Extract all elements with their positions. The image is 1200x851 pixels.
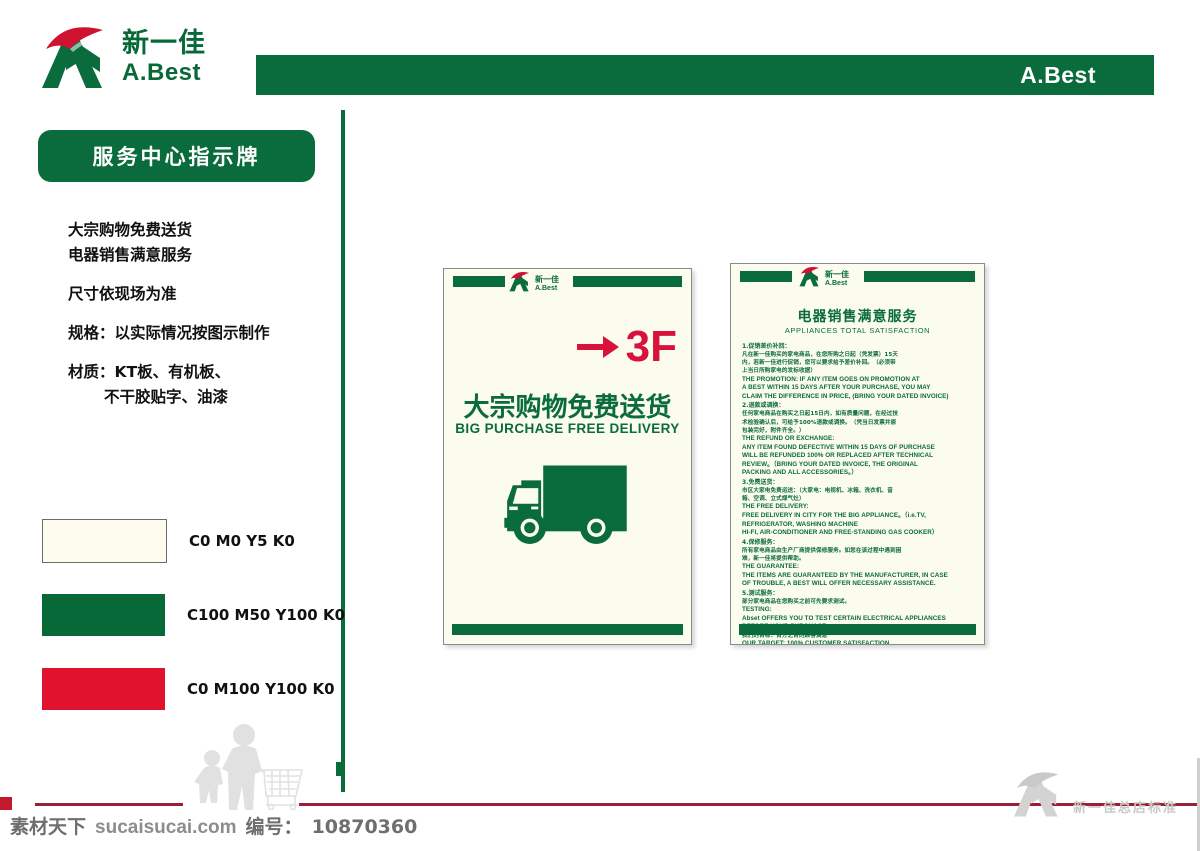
section-en-line: HI-FI, AIR-CONDITIONER AND FREE-STANDING… — [742, 529, 939, 537]
spec-list: 大宗购物免费送货 电器销售满意服务 尺寸依现场为准 规格：以实际情况按图示制作 … — [68, 218, 338, 410]
poster-a-headline-en: BIG PURCHASE FREE DELIVERY — [455, 421, 680, 436]
poster-a-bar-left — [453, 276, 505, 287]
standard-mark: 新一佳总店标准 — [1009, 770, 1178, 818]
section-en-line: FREE DELIVERY IN CITY FOR THE BIG APPLIA… — [742, 511, 926, 519]
spec-line: 电器销售满意服务 — [68, 246, 193, 264]
section-en-line: WILL BE REFUNDED 100% OR REPLACED AFTER … — [742, 452, 934, 460]
poster-b-title-en: APPLIANCES TOTAL SATISFACTION — [784, 326, 931, 335]
section-cn-line: 术检验确认后，可给予100%退款或调换。（凭当日发票并原 — [742, 419, 897, 426]
section-cn-line: 凡在新一佳购买的家电商品，在您所购之日起（凭发票）15天 — [742, 352, 899, 358]
section-en-line: OF TROUBLE, A BEST WILL OFFER NECESSARY … — [742, 580, 936, 588]
swatch-row: C0 M0 Y5 K0 — [42, 518, 345, 564]
abest-flag-logo-icon — [797, 266, 823, 292]
poster-b-body: 1.促销差价补回： 凡在新一佳购买的家电商品，在您所购之日起（凭发票）15天 内… — [742, 342, 975, 645]
page-title-pill: 服务中心指示牌 — [38, 130, 315, 182]
section-cn-line: 上当日所购家电的发标收据） — [742, 368, 817, 375]
right-arrow-icon — [576, 336, 619, 358]
color-chip-green — [42, 594, 165, 636]
watermark-id-label: 编号： — [245, 816, 303, 838]
section-cn-line: 内，若新一佳进行促销，您可以要求给予差价补回。（必须带 — [742, 360, 896, 367]
section-heading: 5.测试服务： — [742, 589, 779, 597]
section-en-line: Abset OFFERS YOU TO TEST CERTAIN ELECTRI… — [742, 614, 946, 622]
abest-flag-logo-icon — [507, 271, 533, 297]
poster-b-bar-left — [740, 271, 792, 282]
color-chip-cream — [42, 519, 167, 563]
green-tick-mark — [336, 762, 345, 776]
section-en-line: THE ITEMS ARE GUARANTEED BY THE MANUFACT… — [742, 571, 948, 579]
poster-b-bar-right — [864, 271, 975, 282]
section-cn-line: 难，新一佳将提供帮助。 — [742, 555, 805, 562]
header-brand-label: A.Best — [1020, 61, 1096, 88]
delivery-truck-icon — [503, 465, 627, 545]
spec-line: 不干胶贴字、油漆 — [104, 388, 229, 406]
brand-logo: 新一佳 A.Best — [36, 24, 206, 90]
abest-flag-logo-icon — [36, 24, 114, 90]
floor-indicator: 3F — [576, 322, 677, 371]
shoppers-with-cart-icon — [194, 724, 304, 810]
section-cn-line: 市区大家电免费运送：（大家电：电视机、冰箱、洗衣机、音 — [742, 487, 893, 494]
section-en-line: REFRIGERATOR, WASHING MACHINE — [742, 520, 858, 528]
header-green-bar: A.Best — [256, 55, 1154, 95]
poster-appliance-service: 新一佳 A.Best 电器销售满意服务 APPLIANCES TOTAL SAT… — [730, 263, 985, 645]
poster-b-title-cn: 电器销售满意服务 — [797, 309, 918, 325]
poster-b-footer-bar — [739, 624, 976, 635]
poster-a-header: 新一佳 A.Best — [444, 269, 691, 294]
poster-b-logo-en: A.Best — [825, 280, 848, 287]
poster-a-logo-cn: 新一佳 — [535, 275, 559, 284]
watermark: 素材天下 sucaisucai.com 编号： 10870360 — [10, 812, 417, 839]
poster-a-footer-bar — [452, 624, 683, 635]
swatch-label: C0 M100 Y100 K0 — [187, 680, 335, 698]
brand-name-en: A.Best — [122, 58, 202, 86]
section-en-line: THE GUARANTEE: — [742, 563, 800, 571]
section-cn-line: 所有家电商品由生产厂商提供保修服务。如您在该过程中遇到困 — [742, 547, 902, 554]
section-en-line: THE PROMOTION: IF ANY ITEM GOES ON PROMO… — [742, 375, 920, 383]
spec-line: 材质：KT板、有机板、 — [68, 363, 231, 381]
brand-name-cn: 新一佳 — [122, 27, 206, 59]
color-chip-red — [42, 668, 165, 710]
section-heading: 4.保修服务： — [742, 538, 779, 546]
watermark-site-url: sucaisucai.com — [95, 817, 237, 838]
spec-line: 大宗购物免费送货 — [68, 221, 193, 239]
standard-label: 新一佳总店标准 — [1072, 801, 1178, 816]
section-en-line: TESTING: — [742, 606, 772, 614]
swatch-label: C100 M50 Y100 K0 — [187, 606, 346, 624]
swatch-label: C0 M0 Y5 K0 — [189, 532, 295, 550]
poster-delivery: 新一佳 A.Best 3F 大宗购物免费送货 BIG PURCHASE FREE… — [443, 268, 692, 645]
watermark-id-value: 10870360 — [311, 816, 418, 838]
section-cn-line: 包装完好，附件齐全。） — [742, 427, 805, 434]
swatch-row: C0 M100 Y100 K0 — [42, 666, 345, 712]
poster-a-bar-right — [573, 276, 682, 287]
section-en-line: THE REFUND OR EXCHANGE: — [742, 435, 835, 442]
section-en-tail: OUR TARGET: 100% CUSTOMER SATISFACTION — [742, 640, 890, 645]
section-heading: 2.退款或调换： — [742, 402, 785, 410]
poster-a-headline-cn: 大宗购物免费送货 — [463, 393, 672, 423]
section-en-line: A BEST WITHIN 15 DAYS AFTER YOUR PURCHAS… — [742, 384, 931, 392]
section-en-line: CLAIM THE DIFFERENCE IN PRICE, (BRING YO… — [742, 392, 949, 400]
swatch-row: C100 M50 Y100 K0 — [42, 592, 345, 638]
poster-b-header: 新一佳 A.Best — [731, 264, 984, 289]
section-heading: 1.促销差价补回： — [742, 343, 791, 350]
section-en-line: ANY ITEM FOUND DEFECTIVE WITHIN 15 DAYS … — [742, 443, 935, 451]
poster-b-logo-cn: 新一佳 — [825, 270, 849, 279]
poster-b-logo: 新一佳 A.Best — [797, 266, 849, 292]
color-swatch-list: C0 M0 Y5 K0 C100 M50 Y100 K0 C0 M100 Y10… — [42, 518, 345, 740]
poster-design-sheet: 新一佳 A.Best A.Best 服务中心指示牌 大宗购物免费送货 电器销售满… — [0, 0, 1200, 851]
section-cn-line: 箱、空调、立式煤气灶） — [742, 496, 805, 503]
section-cn-line: 部分家电商品在您购买之前可先要求测试。 — [742, 598, 851, 605]
spec-line: 规格：以实际情况按图示制作 — [68, 324, 270, 342]
footer-rule-left — [35, 803, 183, 806]
section-heading: 3.免费送货： — [742, 478, 779, 486]
section-en-line: PACKING AND ALL ACCESSORIES。） — [742, 469, 858, 477]
page-title: 服务中心指示牌 — [92, 145, 261, 169]
red-edge-mark — [0, 797, 12, 810]
poster-a-logo-en: A.Best — [535, 285, 558, 292]
section-cn-line: 任何家电商品在购买之日起15日内，如有质量问题，在经过技 — [742, 411, 899, 418]
floor-number: 3F — [625, 322, 677, 371]
section-en-line: THE FREE DELIVERY: — [742, 503, 809, 511]
spec-line: 尺寸依现场为准 — [68, 285, 177, 303]
abest-flag-logo-icon — [1013, 772, 1059, 817]
poster-a-logo: 新一佳 A.Best — [507, 271, 559, 297]
watermark-site-cn: 素材天下 — [10, 816, 87, 838]
